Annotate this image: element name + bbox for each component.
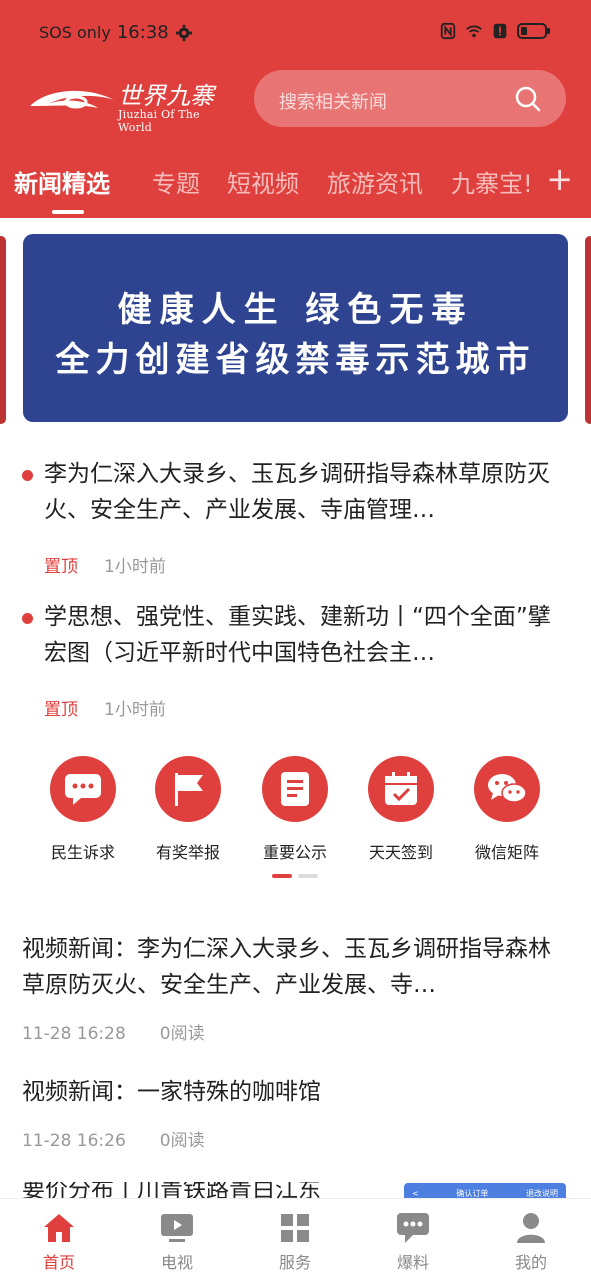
- search-icon[interactable]: [514, 85, 542, 113]
- wifi-icon: [466, 25, 482, 38]
- home-icon: [44, 1214, 74, 1242]
- bullet-dot: [22, 470, 33, 481]
- wechat-icon: [488, 774, 527, 803]
- add-channel-icon[interactable]: +: [546, 160, 573, 198]
- article-title: 要价分布丨川青铁路青白江东: [22, 1182, 321, 1198]
- banner-next-peek[interactable]: [585, 236, 591, 424]
- pinned-news-item[interactable]: 李为仁深入大录乡、玉瓦乡调研指导森林草原防灭火、安全生产、产业发展、寺庙管理… …: [22, 456, 570, 577]
- article-date: 11-28 16:26: [22, 1131, 126, 1151]
- nav-label: 服务: [278, 1253, 311, 1272]
- tab-topics[interactable]: 专题: [152, 164, 200, 199]
- tab-jiuzhai-treasure[interactable]: 九寨宝!: [451, 164, 533, 199]
- settings-gear-icon: [175, 24, 192, 41]
- search-placeholder: 搜索相关新闻: [279, 92, 387, 113]
- service-wechat-matrix[interactable]: 微信矩阵: [452, 756, 562, 863]
- header-background: SOS only 16:38 世界九寨 Jiuzhai Of The World…: [0, 0, 591, 218]
- nav-label: 爆料: [396, 1253, 429, 1272]
- pinned-tag: 置顶: [44, 557, 78, 577]
- nav-label: 我的: [514, 1253, 547, 1272]
- chat-bubble-icon: [65, 774, 101, 805]
- logo-english: Jiuzhai Of The World: [118, 108, 200, 134]
- news-title: 学思想、强党性、重实践、建新功丨“四个全面”擘宏图（习近平新时代中国特色社会主…: [44, 604, 551, 666]
- service-label: 重要公示: [262, 843, 327, 862]
- service-grid: 民生诉求 有奖举报 重要公示 天天签到 微信矩阵: [0, 756, 591, 876]
- alert-icon: [493, 23, 507, 39]
- tab-short-video[interactable]: 短视频: [227, 164, 299, 199]
- service-public-notice[interactable]: 重要公示: [240, 756, 350, 863]
- article-item[interactable]: 视频新闻：一家特殊的咖啡馆 11-28 16:26 0阅读: [22, 1074, 570, 1151]
- flag-icon: [175, 773, 203, 806]
- banner-line-2: 全力创建省级禁毒示范城市: [55, 340, 536, 380]
- document-icon: [281, 772, 309, 806]
- thumb-center: 确认订单: [456, 1188, 489, 1198]
- nav-services[interactable]: 服务: [250, 1211, 340, 1273]
- service-label: 民生诉求: [50, 843, 115, 862]
- service-daily-checkin[interactable]: 天天签到: [346, 756, 456, 863]
- bottom-navigation: 首页 电视 服务 爆料 我的: [0, 1198, 591, 1280]
- news-title: 李为仁深入大录乡、玉瓦乡调研指导森林草原防灭火、安全生产、产业发展、寺庙管理…: [44, 461, 550, 523]
- battery-icon: [517, 23, 550, 39]
- pager-dot-active: [272, 874, 292, 878]
- pinned-tag: 置顶: [44, 700, 78, 720]
- message-icon: [397, 1213, 429, 1243]
- status-bar: SOS only 16:38: [0, 0, 591, 66]
- nav-label: 首页: [42, 1253, 75, 1272]
- service-reward-report[interactable]: 有奖举报: [133, 756, 243, 863]
- service-label: 天天签到: [368, 843, 433, 862]
- article-title: 视频新闻：李为仁深入大录乡、玉瓦乡调研指导森林草原防灭火、安全生产、产业发展、寺…: [22, 936, 551, 998]
- nav-tipoff[interactable]: 爆料: [368, 1211, 458, 1273]
- nfc-icon: [440, 22, 456, 40]
- article-reads: 0阅读: [159, 1024, 205, 1044]
- tab-travel-info[interactable]: 旅游资讯: [327, 164, 423, 199]
- banner-carousel[interactable]: 健康人生 绿色无毒 全力创建省级禁毒示范城市: [23, 234, 568, 422]
- service-label: 有奖举报: [155, 843, 220, 862]
- banner-line-1: 健康人生 绿色无毒: [117, 290, 474, 330]
- thumb-right: 退改说明: [525, 1188, 558, 1198]
- search-bar[interactable]: 搜索相关新闻: [254, 70, 566, 127]
- tab-news-selection[interactable]: 新闻精选: [14, 164, 110, 199]
- banner-prev-peek[interactable]: [0, 236, 6, 424]
- pager-dot: [298, 874, 318, 878]
- clock: 16:38: [116, 22, 169, 43]
- active-tab-indicator: [52, 210, 84, 214]
- pinned-news-item[interactable]: 学思想、强党性、重实践、建新功丨“四个全面”擘宏图（习近平新时代中国特色社会主……: [22, 599, 570, 720]
- article-item[interactable]: 视频新闻：李为仁深入大录乡、玉瓦乡调研指导森林草原防灭火、安全生产、产业发展、寺…: [22, 931, 570, 1044]
- news-time: 1小时前: [104, 557, 166, 577]
- grid-icon: [281, 1214, 309, 1242]
- article-reads: 0阅读: [159, 1131, 205, 1151]
- carrier-label: SOS only: [39, 23, 111, 42]
- news-time: 1小时前: [104, 700, 166, 720]
- article-title: 视频新闻：一家特殊的咖啡馆: [22, 1079, 321, 1105]
- app-logo[interactable]: 世界九寨 Jiuzhai Of The World: [28, 78, 233, 134]
- channel-tabs: 新闻精选 专题 短视频 旅游资讯 九寨宝! +: [0, 158, 591, 218]
- article-date: 11-28 16:28: [22, 1024, 126, 1044]
- nav-home[interactable]: 首页: [14, 1211, 104, 1273]
- service-livelihood-appeal[interactable]: 民生诉求: [28, 756, 138, 863]
- service-pager: [272, 874, 318, 878]
- article-item[interactable]: 要价分布丨川青铁路青白江东: [22, 1182, 392, 1198]
- bullet-dot: [22, 613, 33, 624]
- tv-icon: [161, 1214, 193, 1242]
- thumb-back: <: [412, 1188, 419, 1198]
- svg-text:世界九寨: 世界九寨: [118, 82, 217, 110]
- nav-tv[interactable]: 电视: [132, 1211, 222, 1273]
- service-label: 微信矩阵: [474, 843, 539, 862]
- user-icon: [517, 1213, 545, 1243]
- nav-label: 电视: [160, 1253, 193, 1272]
- calendar-check-icon: [385, 772, 417, 805]
- nav-profile[interactable]: 我的: [486, 1211, 576, 1273]
